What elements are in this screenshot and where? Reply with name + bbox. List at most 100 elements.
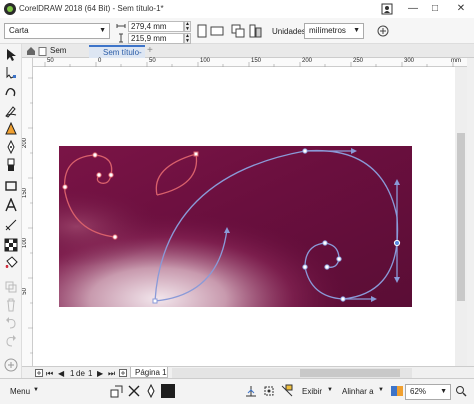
- current-page-icon[interactable]: [248, 24, 262, 38]
- chevron-down-icon[interactable]: ▼: [33, 387, 39, 393]
- page-tab[interactable]: Página 1: [130, 367, 168, 378]
- toolbox: [0, 44, 22, 378]
- tab-sem-titulo-2[interactable]: Sem título-2: [89, 45, 145, 69]
- page-width-input[interactable]: 279,4 mm: [128, 21, 184, 32]
- ruler-tick: 150: [251, 58, 262, 64]
- tab-sem-titulo-1[interactable]: Sem título-1: [36, 45, 88, 67]
- previous-page-button[interactable]: ◀: [58, 369, 64, 378]
- page-preset-select[interactable]: Carta ▼: [4, 23, 110, 39]
- window-title: CorelDRAW 2018 (64 Bit) - Sem título-1*: [19, 4, 164, 13]
- redo-disabled-icon: [6, 335, 16, 347]
- units-label: Unidades:: [272, 27, 309, 36]
- horizontal-scrollbar[interactable]: [172, 368, 412, 378]
- ruler-tick: 100: [200, 58, 211, 64]
- scroll-thumb[interactable]: [457, 133, 465, 301]
- transparency-tool-icon[interactable]: [4, 238, 18, 252]
- no-fill-icon[interactable]: [127, 384, 141, 398]
- page-of-label: de: [76, 369, 85, 378]
- next-page-button[interactable]: ▶: [97, 369, 103, 378]
- page-height-field[interactable]: 215,9 mm ▲ ▼: [116, 33, 196, 44]
- crop-tool-icon[interactable]: [4, 85, 18, 99]
- landscape-icon[interactable]: [210, 24, 224, 38]
- ruler-tick: 50: [47, 58, 54, 64]
- outline-pen-icon[interactable]: [145, 384, 157, 398]
- drawing-canvas[interactable]: [33, 67, 455, 366]
- color-proof-icon[interactable]: [390, 384, 404, 398]
- align-to-button[interactable]: Alinhar a: [342, 387, 374, 396]
- freehand-tool-icon[interactable]: [4, 104, 18, 118]
- outline-color-swatch[interactable]: [161, 384, 175, 398]
- text-tool-icon[interactable]: [4, 198, 18, 212]
- menu-button[interactable]: Menu: [10, 387, 30, 396]
- units-select[interactable]: milímetros ▼: [304, 23, 364, 39]
- height-icon: [119, 33, 123, 43]
- property-bar: Carta ▼ 279,4 mm ▲ ▼ 215,9 mm ▲ ▼ Unidades…: [0, 18, 474, 44]
- add-tool-icon[interactable]: [4, 358, 18, 372]
- undo-disabled-icon: [6, 317, 16, 329]
- dropper-disabled-icon: [5, 281, 17, 293]
- ruler-tick: 50: [22, 288, 28, 295]
- height-spinner[interactable]: ▲ ▼: [184, 33, 191, 44]
- ruler-tick: 200: [22, 138, 28, 149]
- fill-swatch-tool-icon[interactable]: [110, 384, 124, 398]
- portrait-icon[interactable]: [195, 24, 209, 38]
- parallel-dimension-icon[interactable]: [4, 218, 18, 232]
- page-height-input[interactable]: 215,9 mm: [128, 33, 184, 44]
- close-button[interactable]: ✕: [452, 2, 470, 16]
- shape-tool-icon[interactable]: [4, 66, 18, 80]
- page-navigator: ⏮ ◀ 1 de 1 ▶ ⏭ Página 1: [22, 366, 474, 378]
- view-menu-button[interactable]: Exibir: [302, 387, 322, 396]
- account-icon[interactable]: [378, 3, 396, 17]
- options-icon[interactable]: [376, 24, 390, 38]
- chevron-down-icon: ▼: [440, 388, 447, 395]
- h-scroll-thumb[interactable]: [300, 369, 400, 377]
- snap-guides-icon[interactable]: [280, 384, 294, 398]
- snap-objects-icon[interactable]: [262, 384, 276, 398]
- page-tab-label: Página 1: [135, 368, 167, 377]
- rectangle-tool-icon[interactable]: [4, 179, 18, 193]
- zoom-level-value: 62%: [410, 387, 427, 396]
- units-value: milímetros: [309, 26, 346, 35]
- ruler-tick: 150: [22, 188, 28, 199]
- ruler-tick: 100: [22, 238, 28, 249]
- status-bar: Menu ▼ Exibir ▼ Alinhar a ▼ 62% ▼: [0, 378, 474, 404]
- document-icon: [38, 47, 47, 56]
- pick-tool-icon[interactable]: [4, 48, 18, 62]
- chevron-down-icon: ▼: [353, 27, 360, 34]
- ruler-tick: 300: [404, 58, 415, 64]
- title-bar: CorelDRAW 2018 (64 Bit) - Sem título-1* …: [0, 0, 474, 18]
- width-icon: [116, 24, 126, 28]
- interactive-fill-icon[interactable]: [4, 256, 18, 270]
- artistic-media-icon[interactable]: [4, 122, 18, 136]
- current-page-number: 1: [70, 369, 75, 378]
- home-icon[interactable]: [26, 46, 36, 56]
- width-spinner[interactable]: ▲ ▼: [184, 21, 191, 32]
- chevron-down-icon: ▼: [99, 27, 106, 34]
- chevron-down-icon[interactable]: ▼: [378, 387, 384, 393]
- pen-tool-icon[interactable]: [4, 140, 18, 154]
- page-preset-value: Carta: [9, 26, 29, 35]
- vertical-scrollbar[interactable]: [455, 67, 467, 366]
- ruler-tick: 50: [149, 58, 156, 64]
- maximize-button[interactable]: □: [426, 2, 444, 16]
- eraser-tool-icon[interactable]: [4, 158, 18, 172]
- minimize-button[interactable]: —: [404, 2, 422, 16]
- trash-disabled-icon: [7, 298, 15, 312]
- add-page-after-icon[interactable]: [119, 369, 127, 377]
- document-tabs: Sem título-1 Sem título-2 +: [22, 44, 474, 69]
- ruler-tick: 0: [98, 58, 102, 64]
- horizontal-ruler[interactable]: 50 0 50 100 150 200 250 300 mm: [33, 58, 467, 67]
- snap-grid-icon[interactable]: [244, 384, 258, 398]
- zoom-level-select[interactable]: 62% ▼: [405, 384, 451, 400]
- chevron-down-icon[interactable]: ▼: [327, 387, 333, 393]
- add-page-icon[interactable]: [35, 369, 43, 377]
- total-pages: 1: [88, 369, 93, 378]
- zoom-icon[interactable]: [455, 385, 467, 397]
- vertical-ruler[interactable]: 200 150 100 50: [22, 58, 33, 366]
- page-width-field[interactable]: 279,4 mm ▲ ▼: [116, 21, 196, 32]
- coreldraw-logo-icon: [4, 3, 16, 15]
- all-pages-icon[interactable]: [231, 24, 245, 38]
- add-tab-button[interactable]: +: [145, 45, 157, 58]
- ruler-tick: 200: [302, 58, 313, 64]
- ruler-tick: 250: [353, 58, 364, 64]
